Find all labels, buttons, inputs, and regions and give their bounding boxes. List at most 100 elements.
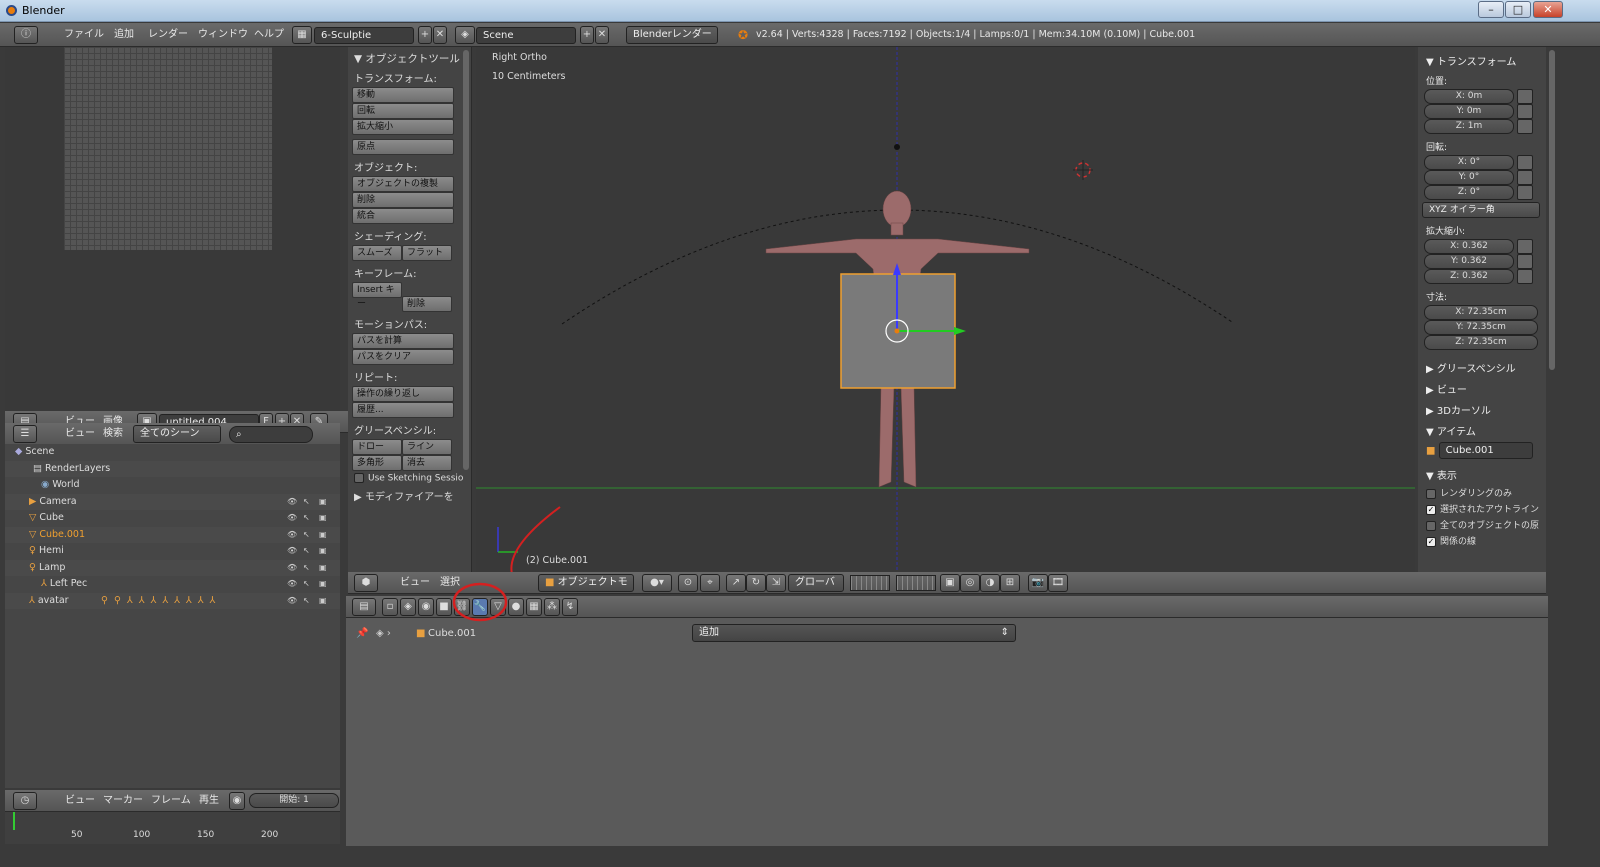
- close-window-button[interactable]: ✕: [1533, 1, 1563, 18]
- lock-icon[interactable]: [1517, 170, 1534, 185]
- outliner-row-cube001[interactable]: ▽ Cube.001 👁 ↖ ▣: [5, 526, 340, 543]
- record-icon[interactable]: ◉: [229, 792, 245, 810]
- view-panel[interactable]: ▶ ビュー: [1426, 381, 1546, 396]
- n-panel-scrollbar[interactable]: [1549, 50, 1555, 370]
- scale-manip-icon[interactable]: ⇲: [766, 574, 786, 592]
- modifier-panel-heading[interactable]: ▶ モディファイアーを: [354, 488, 471, 503]
- visibility-eye-icon[interactable]: 👁: [287, 560, 297, 572]
- render-camera-icon[interactable]: ▣: [319, 576, 329, 588]
- outliner-search-input[interactable]: ⌕: [229, 426, 313, 443]
- render-engine-dropdown[interactable]: Blenderレンダー: [626, 26, 718, 44]
- outliner-menu-search[interactable]: 検索: [103, 423, 123, 445]
- visibility-eye-icon[interactable]: 👁: [287, 510, 297, 522]
- lock-camera-icon[interactable]: ▣: [940, 574, 960, 592]
- select-arrow-icon[interactable]: ↖: [303, 560, 313, 572]
- render-camera-icon[interactable]: ▣: [319, 494, 329, 506]
- add-modifier-dropdown[interactable]: 追加 ⇕: [692, 624, 1016, 642]
- outliner-row-camera[interactable]: ▶ Camera 👁 ↖ ▣: [5, 493, 340, 510]
- menu-add[interactable]: 追加: [114, 23, 134, 47]
- flat-button[interactable]: フラット: [402, 245, 452, 261]
- origin-button[interactable]: 原点: [352, 139, 454, 155]
- timeline-body[interactable]: 50 100 150 200: [5, 812, 340, 844]
- outliner-row-renderlayers[interactable]: ▤ RenderLayers: [5, 460, 340, 477]
- visibility-eye-icon[interactable]: 👁: [287, 543, 297, 555]
- scale-z-field[interactable]: Z: 0.362: [1424, 269, 1514, 284]
- location-y-field[interactable]: Y: 0m: [1424, 104, 1514, 119]
- dimension-y-field[interactable]: Y: 72.35cm: [1424, 320, 1538, 335]
- start-frame-field[interactable]: 開始: 1: [249, 793, 339, 808]
- display-panel[interactable]: ▼ 表示: [1426, 467, 1546, 482]
- item-name-field[interactable]: Cube.001: [1438, 442, 1533, 459]
- select-arrow-icon[interactable]: ↖: [303, 494, 313, 506]
- insert-key-button[interactable]: Insert キー: [352, 282, 402, 309]
- scale-y-field[interactable]: Y: 0.362: [1424, 254, 1514, 269]
- draw-button[interactable]: ドロー: [352, 439, 402, 455]
- lock-icon[interactable]: [1517, 119, 1534, 134]
- lock-icon[interactable]: [1517, 239, 1534, 254]
- render-camera-icon[interactable]: ▣: [319, 543, 329, 555]
- outliner-filter-dropdown[interactable]: 全てのシーン: [133, 425, 221, 443]
- scene-tab-icon[interactable]: ◈: [400, 598, 416, 616]
- translate-manip-icon[interactable]: ↗: [726, 574, 746, 592]
- layer-buttons-2[interactable]: [896, 575, 936, 591]
- maximize-button[interactable]: □: [1505, 1, 1531, 18]
- item-panel[interactable]: ▼ アイテム: [1426, 423, 1546, 438]
- timeline-menu-marker[interactable]: マーカー: [103, 790, 143, 812]
- add-screen-icon[interactable]: +: [418, 26, 432, 44]
- outliner-row-avatar[interactable]: ⅄ avatar ⚲⚲⅄⅄⅄⅄⅄⅄⅄⅄ 👁 ↖ ▣: [5, 592, 340, 609]
- editor-type-properties-icon[interactable]: ▤: [352, 598, 376, 616]
- menu-window[interactable]: ウィンドウ: [198, 23, 248, 47]
- select-arrow-icon[interactable]: ↖: [303, 593, 313, 605]
- dimension-x-field[interactable]: X: 72.35cm: [1424, 305, 1538, 320]
- snap-element-icon[interactable]: ⊞: [1000, 574, 1020, 592]
- editor-type-timeline-icon[interactable]: ◷: [13, 792, 37, 810]
- remove-scene-icon[interactable]: ✕: [595, 26, 609, 44]
- particles-tab-icon[interactable]: ⁂: [544, 598, 560, 616]
- menu-render[interactable]: レンダー: [148, 23, 188, 47]
- proportional-edit-icon[interactable]: ◎: [960, 574, 980, 592]
- render-camera-icon[interactable]: ▣: [319, 560, 329, 572]
- erase-button[interactable]: 消去: [402, 455, 452, 471]
- current-frame-marker[interactable]: [13, 812, 15, 830]
- lock-icon[interactable]: [1517, 104, 1534, 119]
- timeline-menu-view[interactable]: ビュー: [65, 790, 95, 812]
- remove-screen-icon[interactable]: ✕: [433, 26, 447, 44]
- lock-icon[interactable]: [1517, 155, 1534, 170]
- outliner-row-cube[interactable]: ▽ Cube 👁 ↖ ▣: [5, 510, 340, 527]
- visibility-eye-icon[interactable]: 👁: [287, 593, 297, 605]
- transform-panel-title[interactable]: ▼ トランスフォーム: [1426, 53, 1546, 68]
- visibility-eye-icon[interactable]: 👁: [287, 576, 297, 588]
- minimize-button[interactable]: –: [1478, 1, 1504, 18]
- outliner-row-hemi[interactable]: ♀ Hemi 👁 ↖ ▣: [5, 543, 340, 560]
- select-arrow-icon[interactable]: ↖: [303, 576, 313, 588]
- viewport-shading-icon[interactable]: ●▾: [642, 574, 672, 592]
- poly-button[interactable]: 多角形: [352, 455, 402, 471]
- timeline-menu-frame[interactable]: フレーム: [151, 790, 191, 812]
- world-tab-icon[interactable]: ◉: [418, 598, 434, 616]
- outline-checkbox[interactable]: ✓: [1426, 504, 1436, 515]
- render-only-checkbox[interactable]: [1426, 488, 1436, 499]
- scene-name-field[interactable]: Scene: [476, 27, 576, 44]
- lock-icon[interactable]: [1517, 185, 1534, 200]
- outliner-row-world[interactable]: ◉ World: [5, 477, 340, 494]
- select-arrow-icon[interactable]: ↖: [303, 527, 313, 539]
- relations-checkbox[interactable]: ✓: [1426, 536, 1436, 547]
- lock-icon[interactable]: [1517, 89, 1534, 104]
- 3d-cursor-panel[interactable]: ▶ 3Dカーソル: [1426, 402, 1546, 417]
- render-opengl-icon[interactable]: 📷: [1028, 574, 1048, 592]
- smooth-button[interactable]: スムーズ: [352, 245, 402, 261]
- outliner-row-lamp[interactable]: ♀ Lamp 👁 ↖ ▣: [5, 559, 340, 576]
- location-z-field[interactable]: Z: 1m: [1424, 119, 1514, 134]
- rotation-mode-dropdown[interactable]: XYZ オイラー角: [1422, 202, 1540, 218]
- texture-tab-icon[interactable]: ▦: [526, 598, 542, 616]
- select-arrow-icon[interactable]: ↖: [303, 543, 313, 555]
- rotation-x-field[interactable]: X: 0°: [1424, 155, 1514, 170]
- pin-icon[interactable]: 📌: [356, 628, 368, 639]
- scale-button[interactable]: 拡大縮小: [352, 119, 454, 135]
- editor-type-outliner-icon[interactable]: ☰: [13, 425, 37, 443]
- render-camera-icon[interactable]: ▣: [319, 527, 329, 539]
- tool-shelf-scrollbar[interactable]: [463, 50, 469, 470]
- sketching-checkbox[interactable]: [354, 473, 364, 483]
- render-camera-icon[interactable]: ▣: [319, 593, 329, 605]
- scene-icon[interactable]: ◈: [455, 26, 475, 44]
